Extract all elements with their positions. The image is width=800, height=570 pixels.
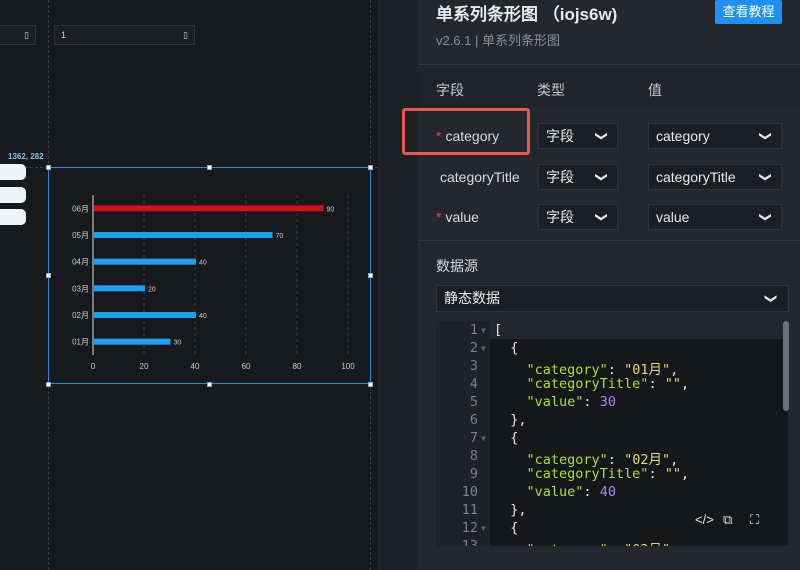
value-select[interactable]: category ❯	[648, 123, 782, 149]
code-line[interactable]: },	[494, 412, 526, 428]
position-y-value: 1	[61, 30, 67, 40]
field-name: value	[445, 209, 479, 225]
value-select-value: value	[656, 209, 690, 225]
panel-subtitle: v2.6.1 | 单系列条形图	[436, 33, 561, 48]
code-line[interactable]: "category": "02月",	[494, 448, 679, 468]
datasource-label: 数据源	[436, 258, 478, 274]
required-marker: *	[436, 209, 442, 225]
code-line[interactable]: {	[494, 340, 518, 356]
code-line[interactable]: "categoryTitle": "",	[494, 466, 690, 482]
toolbar-pill[interactable]	[0, 187, 26, 203]
resize-handle[interactable]	[207, 165, 212, 170]
line-number: 4	[469, 376, 478, 392]
coordinate-readout: 1362, 282	[8, 152, 44, 161]
column-header-value: 值	[648, 82, 662, 98]
chevron-down-icon: ❯	[758, 171, 773, 183]
code-line[interactable]: {	[494, 430, 518, 446]
code-line[interactable]: "value": 40	[494, 484, 616, 500]
code-line[interactable]: },	[494, 502, 526, 518]
value-select[interactable]: value ❯	[648, 204, 782, 230]
fold-arrow-icon[interactable]: ▼	[481, 434, 486, 443]
position-x-input[interactable]: ▯	[0, 25, 36, 45]
line-number: 1	[469, 322, 478, 338]
resize-handle[interactable]	[368, 165, 373, 170]
line-number: 6	[469, 412, 478, 428]
type-select-value: 字段	[546, 209, 574, 225]
chevron-down-icon: ❯	[594, 171, 609, 183]
chevron-down-icon: ❯	[764, 293, 779, 304]
active-line	[490, 321, 788, 339]
fold-arrow-icon[interactable]: ▼	[481, 326, 486, 335]
code-line[interactable]: "category": "03月",	[494, 538, 679, 546]
divider	[418, 240, 800, 241]
fullscreen-icon[interactable]: ⛶	[750, 512, 759, 528]
field-row-label: * value	[436, 209, 479, 225]
field-icon: ▯	[24, 30, 29, 40]
chevron-down-icon: ❯	[594, 130, 609, 142]
config-panel: 单系列条形图 （iojs6w) 查看教程 v2.6.1 | 单系列条形图 字段 …	[402, 0, 800, 570]
line-number: 11	[461, 502, 478, 518]
format-code-icon[interactable]: </>	[695, 512, 714, 527]
line-number: 10	[461, 484, 478, 500]
line-number: 8	[469, 448, 478, 464]
fold-arrow-icon[interactable]: ▼	[481, 344, 486, 353]
field-row-label: categoryTitle	[436, 169, 520, 185]
code-line[interactable]: [	[494, 322, 502, 338]
resize-handle[interactable]	[368, 273, 373, 278]
design-canvas[interactable]: ▯ 1 ▯ 1362, 282 0 20 40 60 80 100 01月 30 02月 40 03…	[0, 0, 378, 570]
code-editor[interactable]: 1 ▼[2 ▼ {3 "category": "01月", 4 "categoryTi…	[436, 321, 788, 546]
type-select[interactable]: 字段 ❯	[538, 204, 618, 230]
resize-handle[interactable]	[46, 382, 51, 387]
resize-handle[interactable]	[46, 165, 51, 170]
datasource-select-value: 静态数据	[444, 290, 500, 306]
line-number: 9	[469, 466, 478, 482]
code-line[interactable]: {	[494, 520, 518, 536]
field-name: categoryTitle	[440, 169, 520, 185]
column-header-field: 字段	[436, 82, 464, 98]
chevron-down-icon: ❯	[758, 130, 773, 142]
chevron-down-icon: ❯	[758, 211, 773, 223]
table-header	[418, 64, 800, 109]
fold-arrow-icon[interactable]: ▼	[481, 524, 486, 533]
line-number: 13	[461, 538, 478, 546]
code-line[interactable]: "categoryTitle": "",	[494, 376, 690, 392]
toolbar-pill[interactable]	[0, 164, 26, 180]
divider	[418, 64, 800, 65]
annotation-highlight-box	[402, 108, 530, 155]
datasource-select[interactable]: 静态数据 ❯	[436, 285, 789, 312]
code-line[interactable]: "value": 30	[494, 394, 616, 410]
line-number: 3	[469, 358, 478, 374]
type-select-value: 字段	[546, 128, 574, 144]
line-number: 7	[469, 430, 478, 446]
editor-scrollbar[interactable]	[783, 321, 789, 411]
resize-handle[interactable]	[46, 273, 51, 278]
value-select-value: categoryTitle	[656, 169, 736, 185]
type-select[interactable]: 字段 ❯	[538, 123, 618, 149]
position-y-input[interactable]: 1 ▯	[54, 25, 195, 45]
line-number: 12	[461, 520, 478, 536]
toolbar-pill[interactable]	[0, 209, 26, 225]
resize-handle[interactable]	[368, 382, 373, 387]
type-select-value: 字段	[546, 169, 574, 185]
code-line[interactable]: "category": "01月",	[494, 358, 679, 378]
line-number: 2	[469, 340, 478, 356]
value-select[interactable]: categoryTitle ❯	[648, 164, 782, 190]
line-number: 5	[469, 394, 478, 410]
copy-icon[interactable]: ⧉	[723, 512, 732, 528]
field-icon: ▯	[183, 30, 188, 40]
value-select-value: category	[656, 128, 710, 144]
selection-box[interactable]	[48, 167, 371, 384]
panel-title: 单系列条形图 （iojs6w)	[436, 5, 618, 24]
resize-handle[interactable]	[207, 382, 212, 387]
column-header-type: 类型	[537, 82, 565, 98]
type-select[interactable]: 字段 ❯	[538, 164, 618, 190]
view-tutorial-button[interactable]: 查看教程	[715, 0, 782, 24]
chevron-down-icon: ❯	[594, 211, 609, 223]
